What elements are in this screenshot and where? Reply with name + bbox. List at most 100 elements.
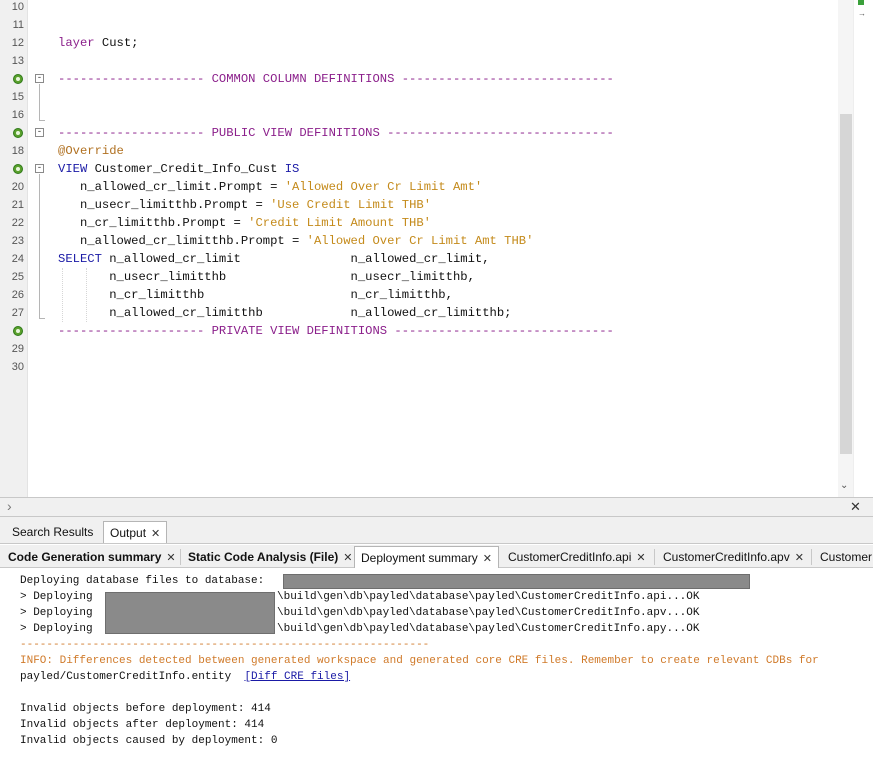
code-editor[interactable]: 10 11 12 13-15 16-18-20 21 22 23 24 25 26 27 29 30 la…: [0, 0, 873, 497]
code-text: -------------------- COMMON COLUMN DEFIN…: [58, 70, 614, 88]
code-line[interactable]: n_allowed_cr_limit.Prompt = 'Allowed Ove…: [28, 178, 838, 196]
scroll-down-icon[interactable]: ⌄: [840, 480, 848, 491]
panel-divider[interactable]: [0, 497, 873, 517]
code-text: -------------------- PRIVATE VIEW DEFINI…: [58, 322, 614, 340]
line-number: 10: [11, 1, 24, 13]
code-text: n_cr_limitthb.Prompt = 'Credit Limit Amo…: [58, 214, 431, 232]
tab-search-results[interactable]: Search Results: [6, 521, 99, 543]
code-line[interactable]: [28, 88, 838, 106]
deploy-line-1-prefix: > Deploying: [20, 591, 93, 603]
code-token: VIEW: [58, 162, 95, 176]
tab-label: Output: [110, 526, 147, 540]
code-line[interactable]: -------------------- PUBLIC VIEW DEFINIT…: [28, 124, 838, 142]
code-line[interactable]: n_cr_limitthb n_cr_limitthb,: [28, 286, 838, 304]
code-line[interactable]: [28, 340, 838, 358]
line-number: 29: [11, 343, 24, 355]
redacted-path: [105, 592, 275, 634]
code-token: n_cr_limitthb n_cr_limitthb,: [58, 288, 453, 302]
tab-label: Customer: [820, 550, 873, 564]
close-tab-icon[interactable]: ✕: [151, 528, 160, 540]
line-number: 27: [11, 307, 24, 319]
tab-label: Static Code Analysis (File): [188, 550, 339, 564]
tab-output[interactable]: Output ✕: [103, 521, 168, 543]
code-token: layer: [58, 36, 102, 50]
close-tab-icon[interactable]: ✕: [636, 552, 645, 564]
tab-customercreditinfo-api[interactable]: CustomerCreditInfo.api ✕: [502, 546, 652, 568]
code-token: @Override: [58, 144, 124, 158]
indent-guide: [62, 268, 63, 322]
tab-label: Code Generation summary: [8, 550, 162, 564]
code-token: Cust;: [101, 36, 139, 50]
line-number: 26: [11, 289, 24, 301]
invalid-caused: Invalid objects caused by deployment: 0: [20, 735, 278, 747]
code-text: VIEW Customer_Credit_Info_Cust IS: [58, 160, 299, 178]
code-line[interactable]: n_usecr_limitthb n_usecr_limitthb,: [28, 268, 838, 286]
code-token: n_allowed_cr_limitthb n_allowed_cr_limit…: [58, 306, 512, 320]
override-marker-icon[interactable]: [13, 128, 23, 138]
code-line[interactable]: [28, 106, 838, 124]
line-number: 15: [11, 91, 24, 103]
code-text: n_usecr_limitthb.Prompt = 'Use Credit Li…: [58, 196, 431, 214]
line-number: 23: [11, 235, 24, 247]
line-number: 18: [11, 145, 24, 157]
code-line[interactable]: n_allowed_cr_limitthb n_allowed_cr_limit…: [28, 304, 838, 322]
code-line[interactable]: -------------------- COMMON COLUMN DEFIN…: [28, 70, 838, 88]
line-number: 24: [11, 253, 24, 265]
line-number: 16: [11, 109, 24, 121]
code-area[interactable]: layer Cust; -------------------- COMMON C…: [28, 0, 838, 497]
override-marker-icon[interactable]: [13, 74, 23, 84]
code-token: n_cr_limitthb.Prompt =: [58, 216, 249, 230]
tab-customercreditinfo-apv[interactable]: CustomerCreditInfo.apv ✕: [657, 546, 810, 568]
tab-separator: [180, 549, 181, 565]
close-tab-icon[interactable]: ✕: [483, 553, 492, 565]
override-marker-icon[interactable]: [13, 326, 23, 336]
redacted-database: [283, 574, 750, 589]
code-token: n_allowed_cr_limitthb.Prompt =: [58, 234, 307, 248]
tab-customer-overflow[interactable]: Customer: [814, 546, 873, 568]
diff-cre-files-link[interactable]: [Diff CRE files]: [244, 671, 350, 683]
code-token: 'Allowed Over Cr Limit Amt': [284, 180, 483, 194]
tab-code-generation-summary[interactable]: Code Generation summary ✕: [2, 546, 182, 568]
code-token: n_allowed_cr_limit.Prompt =: [58, 180, 285, 194]
code-line[interactable]: [28, 358, 838, 376]
tab-label: CustomerCreditInfo.apv: [663, 550, 790, 564]
deploying-header: Deploying database files to database:: [20, 575, 265, 587]
code-text: n_cr_limitthb n_cr_limitthb,: [58, 286, 453, 304]
code-line[interactable]: [28, 16, 838, 34]
code-text: @Override: [58, 142, 124, 160]
line-number: 11: [12, 19, 24, 31]
code-token: n_usecr_limitthb.Prompt =: [58, 198, 271, 212]
ok-status-icon: [858, 0, 864, 5]
close-tab-icon[interactable]: ✕: [166, 552, 175, 564]
tab-separator: [811, 549, 812, 565]
tab-static-code-analysis[interactable]: Static Code Analysis (File) ✕: [182, 546, 358, 568]
code-token: Customer_Credit_Info_Cust: [94, 162, 285, 176]
vertical-scrollbar-thumb[interactable]: [840, 114, 852, 454]
code-text: n_allowed_cr_limit.Prompt = 'Allowed Ove…: [58, 178, 482, 196]
invalid-after: Invalid objects after deployment: 414: [20, 719, 265, 731]
code-line[interactable]: n_cr_limitthb.Prompt = 'Credit Limit Amo…: [28, 214, 838, 232]
tab-deployment-summary[interactable]: Deployment summary ✕: [354, 546, 499, 568]
code-line[interactable]: @Override: [28, 142, 838, 160]
close-tab-icon[interactable]: ✕: [343, 552, 352, 564]
code-token: 'Credit Limit Amount THB': [248, 216, 431, 230]
code-line[interactable]: n_allowed_cr_limitthb.Prompt = 'Allowed …: [28, 232, 838, 250]
error-stripe-ruler: [853, 0, 873, 497]
override-marker-icon[interactable]: [13, 164, 23, 174]
tab-label: Deployment summary: [361, 551, 478, 565]
code-line[interactable]: VIEW Customer_Credit_Info_Cust IS: [28, 160, 838, 178]
output-console[interactable]: Deploying database files to database: > …: [0, 568, 873, 780]
code-line[interactable]: SELECT n_allowed_cr_limit n_allowed_cr_l…: [28, 250, 838, 268]
code-line[interactable]: -------------------- PRIVATE VIEW DEFINI…: [28, 322, 838, 340]
code-line[interactable]: layer Cust;: [28, 34, 838, 52]
tab-label: Search Results: [12, 525, 94, 539]
code-line[interactable]: [28, 52, 838, 70]
code-text: n_allowed_cr_limitthb.Prompt = 'Allowed …: [58, 232, 533, 250]
close-panel-icon[interactable]: ✕: [850, 499, 861, 515]
expand-chevron-icon[interactable]: ›: [7, 498, 12, 514]
tab-separator: [654, 549, 655, 565]
line-number: 25: [11, 271, 24, 283]
line-number: 21: [11, 199, 24, 211]
close-tab-icon[interactable]: ✕: [795, 552, 804, 564]
code-line[interactable]: n_usecr_limitthb.Prompt = 'Use Credit Li…: [28, 196, 838, 214]
